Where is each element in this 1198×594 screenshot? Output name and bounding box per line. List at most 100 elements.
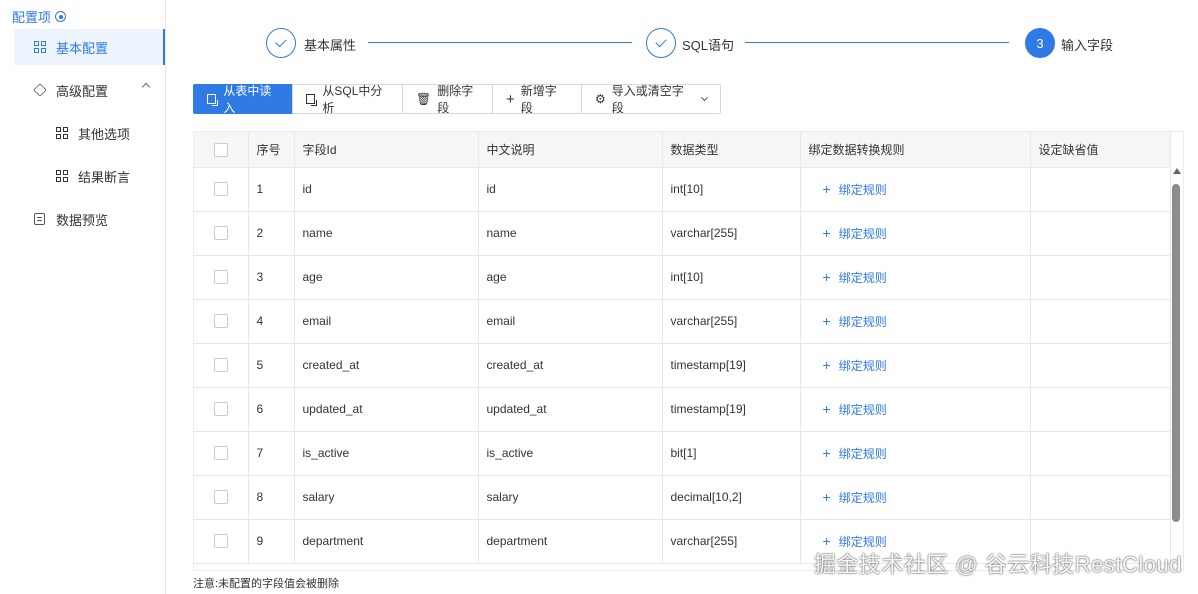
- bind-rule-link[interactable]: + 绑定规则: [809, 313, 887, 330]
- table-row[interactable]: 7 is_active is_active bit[1] + 绑定规则: [194, 431, 1171, 476]
- cell-field-id[interactable]: department: [294, 519, 479, 564]
- cell-data-type[interactable]: decimal[10,2]: [662, 475, 801, 520]
- cell-default-value[interactable]: [1030, 167, 1171, 212]
- cell-description[interactable]: is_active: [478, 431, 663, 476]
- scroll-up-arrow-icon[interactable]: [1173, 168, 1181, 174]
- cell-field-id[interactable]: email: [294, 299, 479, 344]
- header-index: 序号: [248, 132, 295, 168]
- header-description: 中文说明: [478, 132, 663, 168]
- read-from-table-label: 从表中读入: [223, 84, 272, 115]
- cell-field-id[interactable]: id: [294, 167, 479, 212]
- cell-data-type[interactable]: varchar[255]: [662, 211, 801, 256]
- sidebar-item-other-options[interactable]: 其他选项: [14, 115, 165, 151]
- cell-description[interactable]: department: [478, 519, 663, 564]
- cell-default-value[interactable]: [1030, 475, 1171, 520]
- cell-description[interactable]: id: [478, 167, 663, 212]
- cell-data-type[interactable]: int[10]: [662, 255, 801, 300]
- cell-description[interactable]: salary: [478, 475, 663, 520]
- row-checkbox[interactable]: [213, 402, 228, 417]
- sidebar-item-advanced-config[interactable]: 高级配置: [14, 72, 165, 108]
- cell-index: 7: [248, 431, 295, 476]
- scroll-thumb[interactable]: [1172, 184, 1180, 522]
- cell-default-value[interactable]: [1030, 211, 1171, 256]
- cell-default-value[interactable]: [1030, 431, 1171, 476]
- cell-bind-rule: + 绑定规则: [800, 299, 1031, 344]
- plus-icon: +: [822, 401, 831, 417]
- cell-default-value[interactable]: [1030, 387, 1171, 432]
- row-checkbox[interactable]: [213, 358, 228, 373]
- row-checkbox[interactable]: [213, 182, 228, 197]
- bind-rule-link[interactable]: + 绑定规则: [809, 489, 887, 506]
- delete-field-button[interactable]: 🗑 删除字段: [402, 84, 493, 115]
- scrollbar[interactable]: [1170, 168, 1182, 572]
- table-row[interactable]: 8 salary salary decimal[10,2] + 绑定规则: [194, 475, 1171, 520]
- table-row[interactable]: 2 name name varchar[255] + 绑定规则: [194, 211, 1171, 256]
- cell-description[interactable]: age: [478, 255, 663, 300]
- bind-rule-link[interactable]: + 绑定规则: [809, 445, 887, 462]
- cell-default-value[interactable]: [1030, 299, 1171, 344]
- cell-description[interactable]: created_at: [478, 343, 663, 388]
- sidebar-item-basic-config[interactable]: 基本配置: [14, 29, 165, 65]
- table-row[interactable]: 6 updated_at updated_at timestamp[19] + 绑定规则: [194, 387, 1171, 432]
- cell-data-type[interactable]: timestamp[19]: [662, 387, 801, 432]
- table-row[interactable]: 3 age age int[10] + 绑定规则: [194, 255, 1171, 300]
- sidebar-item-data-preview[interactable]: 数据预览: [14, 201, 165, 237]
- cell-bind-rule: + 绑定规则: [800, 211, 1031, 256]
- step-3-circle: 3: [1025, 28, 1055, 58]
- table-row[interactable]: 5 created_at created_at timestamp[19] + 绑定规则: [194, 343, 1171, 388]
- import-or-clear-dropdown[interactable]: ⚙ 导入或清空字段: [581, 84, 721, 115]
- cell-index: 8: [248, 475, 295, 520]
- step-2-circle: [646, 28, 676, 58]
- cell-bind-rule: + 绑定规则: [800, 167, 1031, 212]
- check-icon: [655, 35, 667, 48]
- row-checkbox[interactable]: [213, 270, 228, 285]
- bind-rule-link[interactable]: + 绑定规则: [809, 357, 887, 374]
- row-checkbox[interactable]: [213, 534, 228, 549]
- cell-data-type[interactable]: bit[1]: [662, 431, 801, 476]
- cell-index: 2: [248, 211, 295, 256]
- row-checkbox[interactable]: [213, 490, 228, 505]
- cell-field-id[interactable]: salary: [294, 475, 479, 520]
- stepper: 基本属性 SQL语句 3 输入字段: [266, 28, 1146, 60]
- cell-default-value[interactable]: [1030, 255, 1171, 300]
- cell-data-type[interactable]: int[10]: [662, 167, 801, 212]
- row-checkbox[interactable]: [213, 314, 228, 329]
- row-checkbox[interactable]: [213, 446, 228, 461]
- row-select-cell: [194, 211, 249, 256]
- read-from-table-button[interactable]: 从表中读入: [193, 84, 293, 115]
- cell-description[interactable]: email: [478, 299, 663, 344]
- plus-icon: +: [822, 313, 831, 329]
- watermark: 掘金技术社区 @ 谷云科技RestCloud: [813, 552, 1182, 577]
- add-field-button[interactable]: + 新增字段: [492, 84, 582, 115]
- table-header-row: 序号 字段Id 中文说明 数据类型 绑定数据转换规则 设定缺省值: [194, 132, 1171, 168]
- step-3-number: 3: [1036, 35, 1044, 51]
- table-row[interactable]: 1 id id int[10] + 绑定规则: [194, 167, 1171, 212]
- cell-data-type[interactable]: varchar[255]: [662, 299, 801, 344]
- header-bind-rule: 绑定数据转换规则: [800, 132, 1031, 168]
- cell-default-value[interactable]: [1030, 343, 1171, 388]
- cell-field-id[interactable]: age: [294, 255, 479, 300]
- bind-rule-link[interactable]: + 绑定规则: [809, 269, 887, 286]
- bind-rule-link[interactable]: + 绑定规则: [809, 181, 887, 198]
- select-all-checkbox[interactable]: [213, 142, 228, 157]
- row-select-cell: [194, 475, 249, 520]
- row-select-cell: [194, 167, 249, 212]
- cell-description[interactable]: name: [478, 211, 663, 256]
- document-icon: [34, 213, 45, 225]
- cell-field-id[interactable]: is_active: [294, 431, 479, 476]
- table-row[interactable]: 4 email email varchar[255] + 绑定规则: [194, 299, 1171, 344]
- cell-field-id[interactable]: updated_at: [294, 387, 479, 432]
- parse-from-sql-button[interactable]: 从SQL中分析: [292, 84, 403, 115]
- cell-data-type[interactable]: timestamp[19]: [662, 343, 801, 388]
- plus-icon: +: [822, 357, 831, 373]
- target-icon[interactable]: [55, 11, 67, 22]
- row-checkbox[interactable]: [213, 226, 228, 241]
- cell-field-id[interactable]: name: [294, 211, 479, 256]
- bind-rule-link[interactable]: + 绑定规则: [809, 401, 887, 418]
- bind-rule-link[interactable]: + 绑定规则: [809, 225, 887, 242]
- bind-rule-label: 绑定规则: [838, 358, 887, 373]
- cell-field-id[interactable]: created_at: [294, 343, 479, 388]
- cell-description[interactable]: updated_at: [478, 387, 663, 432]
- sidebar-item-result-assertion[interactable]: 结果断言: [14, 158, 165, 194]
- cell-data-type[interactable]: varchar[255]: [662, 519, 801, 564]
